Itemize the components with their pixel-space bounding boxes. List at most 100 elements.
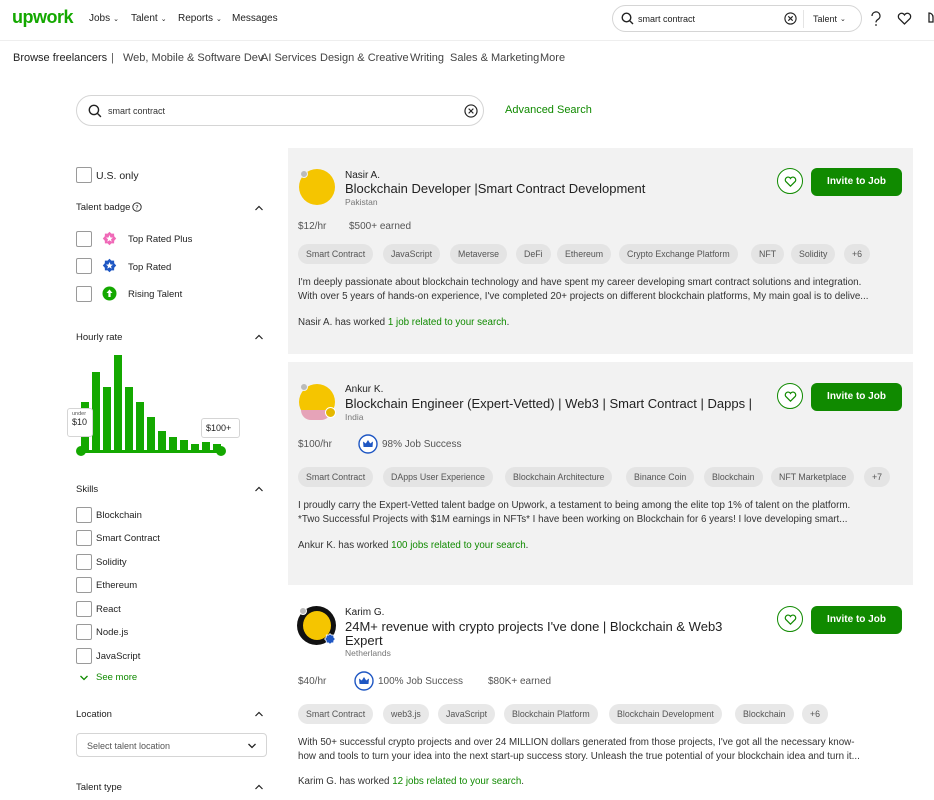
category-writing[interactable]: Writing <box>410 52 444 64</box>
skill-checkbox-javascript[interactable] <box>76 648 92 664</box>
skill-chip[interactable]: Smart Contract <box>298 244 374 264</box>
see-more-skills-link[interactable]: See more <box>96 672 137 683</box>
skill-chip[interactable]: Smart Contract <box>298 467 374 487</box>
invite-to-job-button[interactable]: Invite to Job <box>811 168 902 196</box>
skill-chip[interactable]: Blockchain <box>704 467 763 487</box>
main-search[interactable]: smart contract <box>76 95 484 126</box>
freelancer-name[interactable]: Karim G. <box>345 607 384 618</box>
skill-checkbox-smart-contract[interactable] <box>76 530 92 546</box>
nav-jobs[interactable]: Jobs ⌄ <box>89 13 119 24</box>
header-divider <box>0 40 934 41</box>
more-skills-chip[interactable]: +6 <box>802 704 829 724</box>
invite-to-job-button[interactable]: Invite to Job <box>811 606 902 634</box>
skill-chip[interactable]: Blockchain <box>735 704 794 724</box>
skill-chip[interactable]: JavaScript <box>438 704 496 724</box>
upwork-logo[interactable]: upwork <box>12 7 74 28</box>
avatar[interactable] <box>299 169 335 205</box>
chevron-down-icon[interactable] <box>79 674 89 682</box>
skill-chip[interactable]: Smart Contract <box>298 704 374 724</box>
skill-chip[interactable]: web3.js <box>383 704 429 724</box>
collapse-chevron-icon[interactable] <box>254 332 264 342</box>
chevron-down-icon: ⌄ <box>113 15 119 23</box>
advanced-search-link[interactable]: Advanced Search <box>505 104 592 116</box>
skill-chip[interactable]: Metaverse <box>450 244 508 264</box>
freelancer-card[interactable]: Nasir A. Blockchain Developer |Smart Con… <box>288 148 913 354</box>
skill-chip[interactable]: JavaScript <box>383 244 441 264</box>
save-freelancer-button[interactable] <box>777 383 803 409</box>
more-skills-chip[interactable]: +6 <box>844 244 871 264</box>
total-earned: $500+ earned <box>349 221 412 232</box>
top-rated-plus-checkbox[interactable] <box>76 231 92 247</box>
offline-status-dot <box>300 383 308 391</box>
skill-chip[interactable]: Ethereum <box>557 244 612 264</box>
help-icon[interactable] <box>869 11 883 27</box>
category-web-mobile[interactable]: Web, Mobile & Software Dev <box>123 52 263 64</box>
skill-chip[interactable]: Blockchain Architecture <box>505 467 613 487</box>
skill-chip[interactable]: Blockchain Platform <box>504 704 598 724</box>
hourly-rate-slider-track[interactable] <box>81 450 221 453</box>
skill-chip[interactable]: DApps User Experience <box>383 467 493 487</box>
related-jobs-link[interactable]: 100 jobs related to your search <box>391 540 526 551</box>
heart-icon[interactable] <box>897 12 912 25</box>
save-freelancer-button[interactable] <box>777 168 803 194</box>
rising-talent-badge-icon <box>102 286 117 301</box>
collapse-chevron-icon[interactable] <box>254 484 264 494</box>
skill-chip[interactable]: Crypto Exchange Platform <box>619 244 738 264</box>
more-skills-chip[interactable]: +7 <box>864 467 891 487</box>
histogram-bar <box>158 431 166 450</box>
skill-chip[interactable]: Binance Coin <box>626 467 695 487</box>
nav-messages[interactable]: Messages <box>232 13 278 24</box>
related-jobs-link[interactable]: 12 jobs related to your search <box>392 776 521 787</box>
freelancer-name[interactable]: Ankur K. <box>345 384 383 395</box>
search-scope-dropdown[interactable]: Talent ⌄ <box>813 14 846 24</box>
clear-icon[interactable] <box>784 12 797 25</box>
freelancer-title[interactable]: Expert <box>345 633 383 648</box>
us-only-checkbox[interactable] <box>76 167 92 183</box>
header-search-input[interactable]: smart contract <box>638 14 695 24</box>
total-earned: $80K+ earned <box>488 676 552 687</box>
freelancer-title[interactable]: Blockchain Developer |Smart Contract Dev… <box>345 181 645 196</box>
related-jobs-link[interactable]: 1 job related to your search <box>388 317 507 328</box>
skill-checkbox-react[interactable] <box>76 601 92 617</box>
avatar[interactable] <box>299 382 337 422</box>
invite-to-job-button[interactable]: Invite to Job <box>811 383 902 411</box>
nav-talent[interactable]: Talent ⌄ <box>131 13 167 24</box>
skill-chip[interactable]: NFT Marketplace <box>771 467 855 487</box>
collapse-chevron-icon[interactable] <box>254 203 264 213</box>
skill-chip[interactable]: NFT <box>751 244 785 264</box>
avatar[interactable] <box>297 606 337 646</box>
collapse-chevron-icon[interactable] <box>254 782 264 792</box>
rising-talent-checkbox[interactable] <box>76 286 92 302</box>
freelancer-card[interactable]: Ankur K. Blockchain Engineer (Expert-Vet… <box>288 362 913 585</box>
browse-freelancers-link[interactable]: Browse freelancers <box>13 52 107 64</box>
skill-chip[interactable]: DeFi <box>516 244 551 264</box>
collapse-chevron-icon[interactable] <box>254 709 264 719</box>
clear-icon[interactable] <box>464 104 478 118</box>
nav-reports[interactable]: Reports ⌄ <box>178 13 222 24</box>
top-rated-plus-label: Top Rated Plus <box>128 234 193 245</box>
skill-checkbox-nodejs[interactable] <box>76 624 92 640</box>
category-sales-marketing[interactable]: Sales & Marketing <box>450 52 539 64</box>
header-search[interactable]: smart contract Talent ⌄ <box>612 5 862 32</box>
freelancer-country: Netherlands <box>345 648 391 658</box>
freelancer-card[interactable]: Karim G. 24M+ revenue with crypto projec… <box>288 595 913 800</box>
skill-checkbox-solidity[interactable] <box>76 554 92 570</box>
freelancer-name[interactable]: Nasir A. <box>345 170 380 181</box>
freelancer-title[interactable]: 24M+ revenue with crypto projects I've d… <box>345 619 722 634</box>
freelancer-title[interactable]: Blockchain Engineer (Expert-Vetted) | We… <box>345 396 752 411</box>
category-more[interactable]: More <box>540 52 565 64</box>
main-search-input[interactable]: smart contract <box>108 106 165 116</box>
slider-min-handle[interactable] <box>76 446 86 456</box>
top-rated-checkbox[interactable] <box>76 258 92 274</box>
location-select[interactable]: Select talent location <box>76 733 267 757</box>
save-freelancer-button[interactable] <box>777 606 803 632</box>
skill-chip[interactable]: Solidity <box>791 244 836 264</box>
skill-checkbox-blockchain[interactable] <box>76 507 92 523</box>
info-icon[interactable]: ? <box>132 202 142 212</box>
notification-bell-icon[interactable] <box>925 11 934 26</box>
skill-checkbox-ethereum[interactable] <box>76 577 92 593</box>
category-ai-services[interactable]: AI Services <box>261 52 317 64</box>
slider-max-handle[interactable] <box>216 446 226 456</box>
skill-chip[interactable]: Blockchain Development <box>609 704 722 724</box>
category-design[interactable]: Design & Creative <box>320 52 409 64</box>
